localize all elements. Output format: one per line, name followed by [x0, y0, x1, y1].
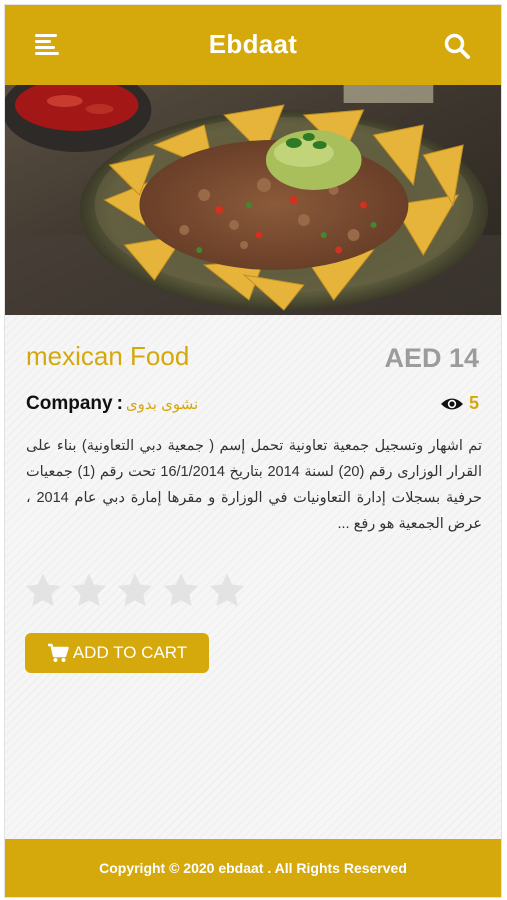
- product-description: تم اشهار وتسجيل جمعية تعاونية تحمل إسم (…: [26, 438, 482, 532]
- eye-icon: [440, 398, 463, 409]
- add-to-cart-button[interactable]: ADD TO CART: [25, 633, 209, 673]
- rating-stars[interactable]: [23, 571, 247, 611]
- star-icon[interactable]: [207, 571, 247, 611]
- views-counter: 5: [440, 393, 479, 414]
- views-count: 5: [468, 393, 479, 413]
- copyright-text: Copyright © 2020 ebdaat . All Rights Res…: [99, 860, 407, 876]
- star-icon[interactable]: [115, 571, 155, 611]
- footer: Copyright © 2020 ebdaat . All Rights Res…: [5, 839, 501, 897]
- star-icon[interactable]: [69, 571, 109, 611]
- company-name[interactable]: نشوى بدوى: [126, 396, 198, 413]
- company-row: Company: نشوى بدوى: [26, 393, 198, 415]
- add-to-cart-label: ADD TO CART: [72, 643, 188, 662]
- search-icon[interactable]: [443, 32, 471, 60]
- app-frame: Ebdaat mexican Food AED 14 Company: نشو…: [4, 4, 502, 898]
- company-label: Company: [26, 393, 113, 414]
- product-title: mexican Food: [26, 341, 190, 371]
- top-bar: Ebdaat: [5, 5, 501, 85]
- star-icon[interactable]: [23, 571, 63, 611]
- cart-icon: [47, 643, 69, 662]
- star-icon[interactable]: [161, 571, 201, 611]
- app-title: Ebdaat: [208, 29, 298, 59]
- product-price: AED 14: [384, 343, 479, 373]
- product-image: [5, 85, 501, 315]
- company-separator: :: [116, 393, 123, 414]
